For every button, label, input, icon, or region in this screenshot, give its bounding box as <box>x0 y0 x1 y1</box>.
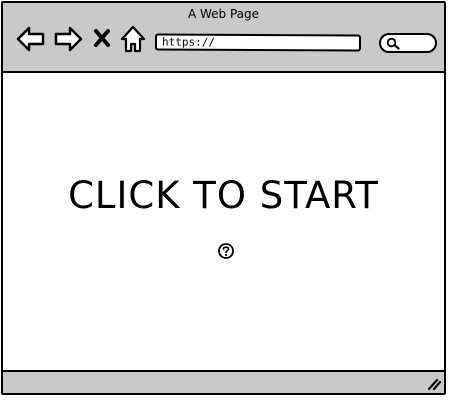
url-text: https:// <box>161 35 216 49</box>
browser-toolbar: A Web Page https:// <box>3 3 444 73</box>
forward-arrow-icon[interactable] <box>53 25 83 53</box>
window-title: A Web Page <box>187 7 260 21</box>
browser-window: A Web Page https:// CLICK TO START <box>1 1 446 395</box>
home-icon[interactable] <box>119 25 147 53</box>
page-content[interactable]: CLICK TO START <box>3 73 444 373</box>
help-icon[interactable] <box>217 242 235 260</box>
search-input[interactable] <box>379 33 437 53</box>
close-icon[interactable] <box>93 28 111 48</box>
search-icon <box>386 37 400 50</box>
address-bar[interactable]: https:// <box>154 33 362 52</box>
resize-grip-icon[interactable] <box>425 377 441 391</box>
status-bar <box>3 370 444 393</box>
click-to-start-heading[interactable]: CLICK TO START <box>3 176 444 216</box>
back-arrow-icon[interactable] <box>16 25 46 53</box>
